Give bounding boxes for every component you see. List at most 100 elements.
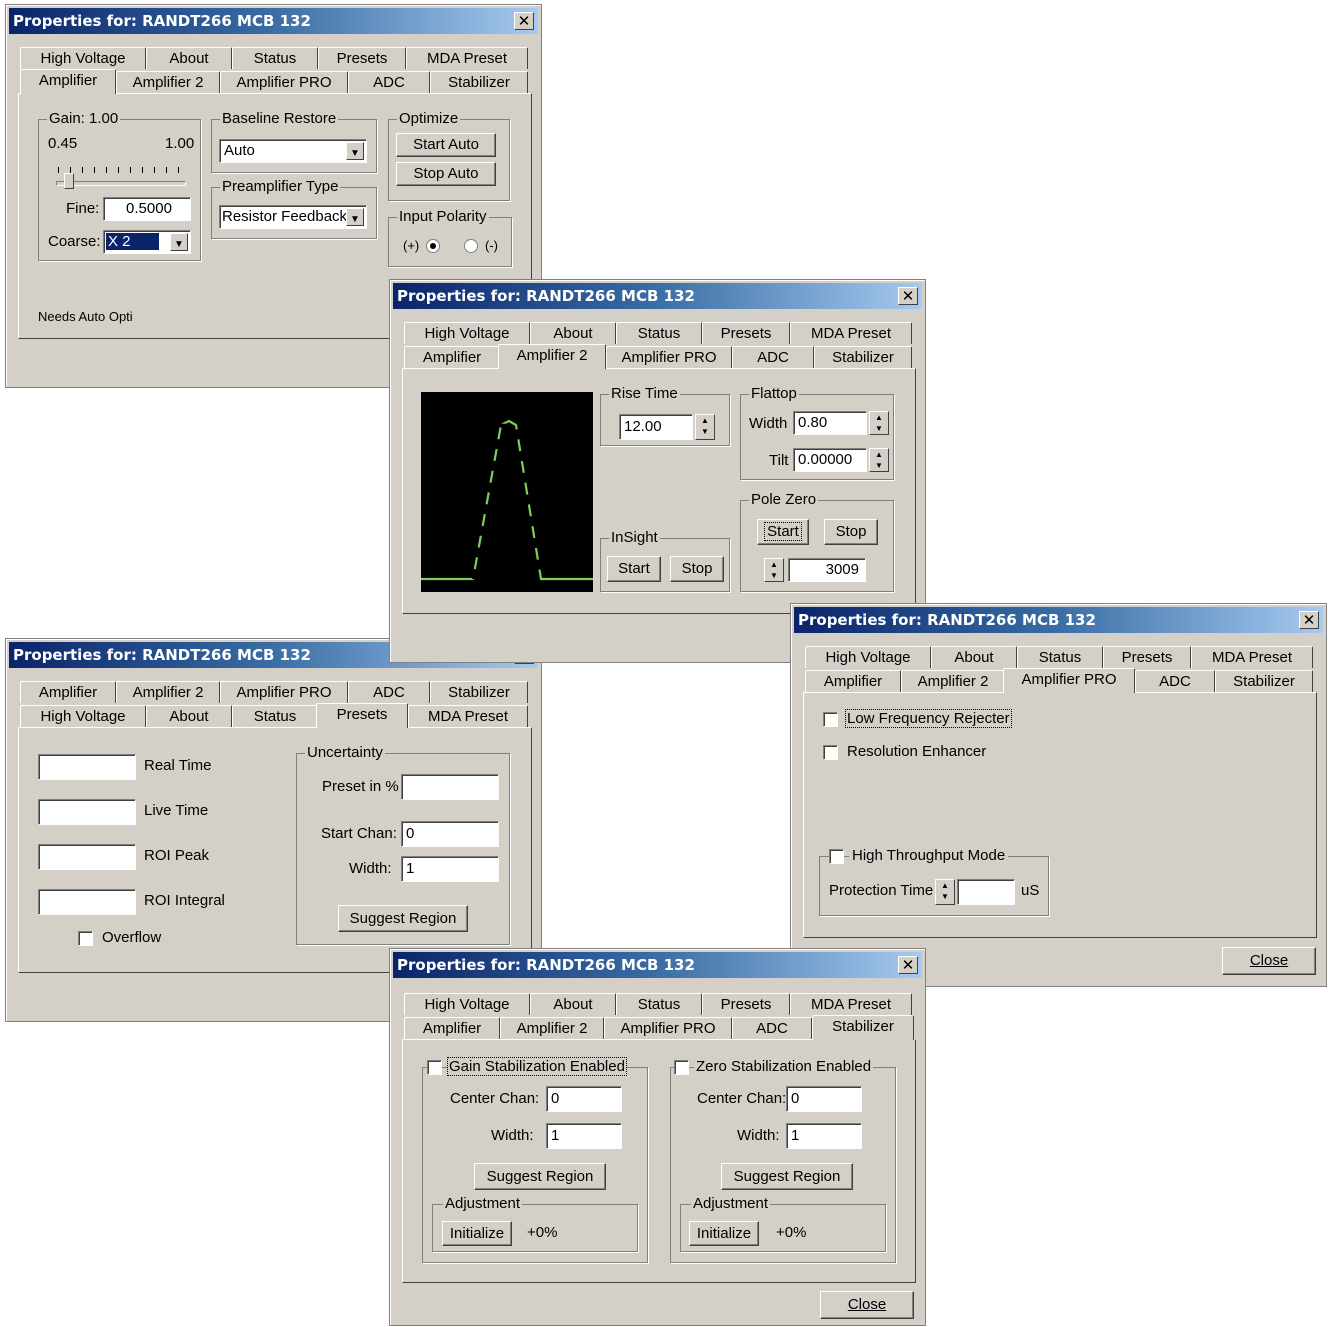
tab-presets[interactable]: Presets xyxy=(702,322,790,344)
fine-input[interactable]: 0.5000 xyxy=(103,197,191,221)
flattop-width-spinner[interactable]: ▲ ▼ xyxy=(869,411,889,435)
tab-presets[interactable]: Presets xyxy=(316,703,408,728)
close-button[interactable]: Close xyxy=(820,1291,914,1319)
tab-mda-preset[interactable]: MDA Preset xyxy=(408,705,528,727)
tab-high-voltage[interactable]: High Voltage xyxy=(20,705,146,727)
tab-about[interactable]: About xyxy=(530,322,616,344)
tab-high-voltage[interactable]: High Voltage xyxy=(20,47,146,69)
close-icon[interactable]: ✕ xyxy=(514,12,534,30)
roi-integral-input[interactable] xyxy=(38,889,136,915)
gain-initialize-button[interactable]: Initialize xyxy=(442,1221,512,1246)
close-icon[interactable]: ✕ xyxy=(898,956,918,974)
chevron-down-icon[interactable]: ▼ xyxy=(346,208,364,226)
tab-amplifier[interactable]: Amplifier xyxy=(404,346,500,368)
baseline-restore-select[interactable]: Auto ▼ xyxy=(219,139,367,163)
tab-amplifier-pro[interactable]: Amplifier PRO xyxy=(1003,668,1135,693)
width-input[interactable]: 1 xyxy=(401,856,499,882)
tab-amplifier[interactable]: Amplifier xyxy=(805,670,901,692)
insight-start-button[interactable]: Start xyxy=(607,556,661,582)
gain-slider-thumb[interactable] xyxy=(64,173,74,189)
tab-amplifier[interactable]: Amplifier xyxy=(20,681,116,703)
tab-mda-preset[interactable]: MDA Preset xyxy=(790,993,912,1015)
real-time-input[interactable] xyxy=(38,754,136,780)
low-frequency-rejecter-checkbox[interactable] xyxy=(823,712,838,727)
positive-polarity-radio[interactable] xyxy=(426,239,440,253)
protection-time-spinner[interactable]: ▲ ▼ xyxy=(935,879,955,905)
tab-amplifier-2[interactable]: Amplifier 2 xyxy=(901,670,1005,692)
tab-stabilizer[interactable]: Stabilizer xyxy=(814,346,912,368)
tab-amplifier-2[interactable]: Amplifier 2 xyxy=(116,681,220,703)
tab-about[interactable]: About xyxy=(931,646,1017,668)
high-throughput-mode-checkbox[interactable] xyxy=(829,849,844,864)
zero-stabilization-checkbox[interactable] xyxy=(674,1060,689,1075)
pole-zero-input[interactable]: 3009 xyxy=(788,558,866,582)
zero-initialize-button[interactable]: Initialize xyxy=(689,1221,759,1246)
chevron-down-icon[interactable]: ▼ xyxy=(170,233,188,251)
tab-high-voltage[interactable]: High Voltage xyxy=(805,646,931,668)
tab-status[interactable]: Status xyxy=(232,47,318,69)
tab-presets[interactable]: Presets xyxy=(702,993,790,1015)
tab-mda-preset[interactable]: MDA Preset xyxy=(406,47,528,69)
insight-stop-button[interactable]: Stop xyxy=(670,556,724,582)
flattop-tilt-input[interactable]: 0.00000 xyxy=(793,448,867,472)
live-time-input[interactable] xyxy=(38,799,136,825)
tab-about[interactable]: About xyxy=(146,705,232,727)
tab-about[interactable]: About xyxy=(146,47,232,69)
window-titlebar[interactable]: Properties for: RANDT266 MCB 132 ✕ xyxy=(794,607,1323,633)
window-titlebar[interactable]: Properties for: RANDT266 MCB 132 ✕ xyxy=(9,8,538,34)
zero-center-chan-input[interactable]: 0 xyxy=(786,1086,862,1112)
window-titlebar[interactable]: Properties for: RANDT266 MCB 132 ✕ xyxy=(393,952,922,978)
tab-stabilizer[interactable]: Stabilizer xyxy=(812,1015,914,1040)
tab-amplifier[interactable]: Amplifier xyxy=(404,1017,500,1039)
resolution-enhancer-checkbox[interactable] xyxy=(823,745,838,760)
tab-amplifier[interactable]: Amplifier xyxy=(20,69,116,94)
protection-time-input[interactable] xyxy=(957,879,1015,905)
flattop-width-input[interactable]: 0.80 xyxy=(793,411,867,435)
tab-adc[interactable]: ADC xyxy=(1135,670,1215,692)
tab-amplifier-pro[interactable]: Amplifier PRO xyxy=(604,1017,732,1039)
tab-mda-preset[interactable]: MDA Preset xyxy=(790,322,912,344)
tab-status[interactable]: Status xyxy=(616,322,702,344)
start-chan-input[interactable]: 0 xyxy=(401,821,499,847)
tab-amplifier-pro[interactable]: Amplifier PRO xyxy=(220,71,348,93)
tab-stabilizer[interactable]: Stabilizer xyxy=(430,681,528,703)
tab-about[interactable]: About xyxy=(530,993,616,1015)
tab-stabilizer[interactable]: Stabilizer xyxy=(1215,670,1313,692)
preamplifier-type-select[interactable]: Resistor Feedback ▼ xyxy=(219,205,367,229)
flattop-tilt-spinner[interactable]: ▲ ▼ xyxy=(869,448,889,472)
stop-auto-button[interactable]: Stop Auto xyxy=(396,162,496,186)
suggest-region-button[interactable]: Suggest Region xyxy=(338,905,468,932)
zero-width-input[interactable]: 1 xyxy=(786,1123,862,1149)
tab-adc[interactable]: ADC xyxy=(732,1017,812,1039)
pole-zero-start-button[interactable]: Start xyxy=(757,519,809,545)
tab-high-voltage[interactable]: High Voltage xyxy=(404,993,530,1015)
close-icon[interactable]: ✕ xyxy=(1299,611,1319,629)
chevron-down-icon[interactable]: ▼ xyxy=(346,142,364,160)
pole-zero-stop-button[interactable]: Stop xyxy=(824,519,878,545)
gain-center-chan-input[interactable]: 0 xyxy=(546,1086,622,1112)
tab-mda-preset[interactable]: MDA Preset xyxy=(1191,646,1313,668)
tab-amplifier-2[interactable]: Amplifier 2 xyxy=(498,344,606,369)
close-button[interactable]: Close xyxy=(1222,947,1316,975)
tab-stabilizer[interactable]: Stabilizer xyxy=(430,71,528,93)
start-auto-button[interactable]: Start Auto xyxy=(396,133,496,157)
window-titlebar[interactable]: Properties for: RANDT266 MCB 132 ✕ xyxy=(393,283,922,309)
tab-adc[interactable]: ADC xyxy=(348,71,430,93)
tab-status[interactable]: Status xyxy=(616,993,702,1015)
pole-zero-spinner[interactable]: ▲ ▼ xyxy=(764,558,784,582)
zero-suggest-region-button[interactable]: Suggest Region xyxy=(721,1163,853,1190)
tab-adc[interactable]: ADC xyxy=(348,681,430,703)
tab-status[interactable]: Status xyxy=(232,705,318,727)
tab-adc[interactable]: ADC xyxy=(732,346,814,368)
preset-in-percent-input[interactable] xyxy=(401,774,499,800)
rise-time-spinner[interactable]: ▲ ▼ xyxy=(695,414,715,440)
negative-polarity-radio[interactable] xyxy=(464,239,478,253)
coarse-select[interactable]: X 2 ▼ xyxy=(103,230,191,254)
tab-status[interactable]: Status xyxy=(1017,646,1103,668)
gain-width-input[interactable]: 1 xyxy=(546,1123,622,1149)
tab-amplifier-2[interactable]: Amplifier 2 xyxy=(500,1017,604,1039)
tab-amplifier-pro[interactable]: Amplifier PRO xyxy=(220,681,348,703)
tab-presets[interactable]: Presets xyxy=(1103,646,1191,668)
tab-high-voltage[interactable]: High Voltage xyxy=(404,322,530,344)
tab-amplifier-2[interactable]: Amplifier 2 xyxy=(116,71,220,93)
